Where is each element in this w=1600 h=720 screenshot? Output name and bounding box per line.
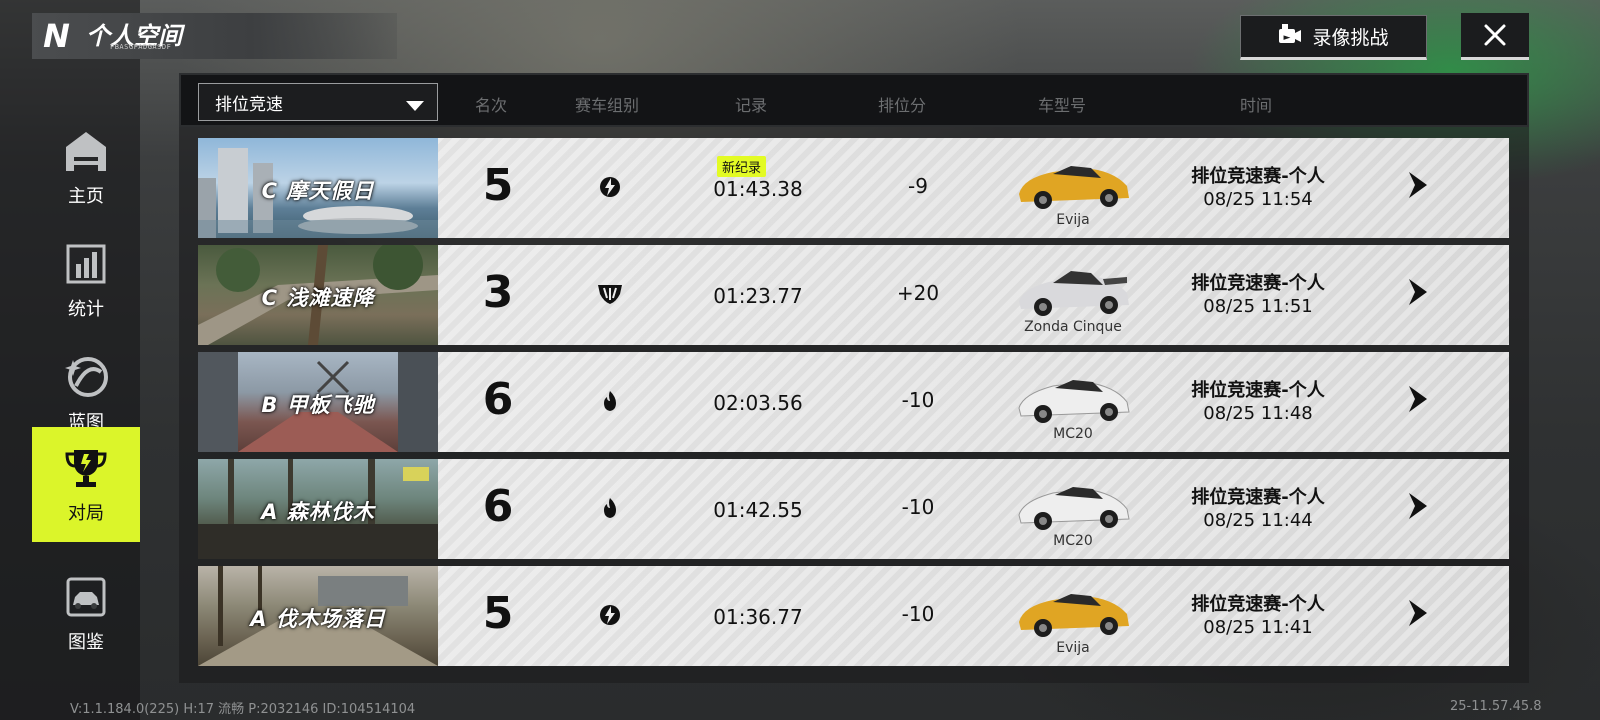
record-time: 01:36.77 [713, 605, 803, 629]
replay-challenge-button[interactable]: ► 录像挑战 [1240, 15, 1427, 60]
track-thumbnail: B 甲板飞驰 [198, 352, 438, 452]
track-thumbnail: C 摩天假日 [198, 138, 438, 238]
match-row[interactable]: B 甲板飞驰 6 02:03.56 -10 MC20 排位竞速赛-个人 08/2… [198, 352, 1509, 452]
rank-value: 5 [482, 160, 514, 211]
rank-value: 5 [482, 588, 514, 639]
column-header-group: 赛车组别 [574, 96, 639, 115]
nav-item-matches[interactable]: 对局 [32, 427, 140, 542]
svg-text:►: ► [1284, 33, 1291, 43]
car-model: MC20 [1053, 426, 1093, 442]
camera-icon: ► [1278, 23, 1302, 50]
flame-icon [590, 389, 630, 417]
rank-score-change: +20 [896, 281, 940, 305]
row-detail-chevron-icon[interactable] [1405, 170, 1431, 204]
match-mode: 排位竞速赛-个人 [1191, 380, 1325, 401]
match-row[interactable]: A 森林伐木 6 01:42.55 -10 MC20 排位竞速赛-个人 08/2… [198, 459, 1509, 559]
match-time: 08/25 11:44 [1203, 510, 1313, 531]
car-image [1018, 380, 1130, 423]
nav-label-matches: 对局 [68, 502, 104, 524]
chevron-down-icon [405, 97, 425, 117]
match-time: 08/25 11:54 [1203, 189, 1313, 210]
track-name: A 森林伐木 [261, 500, 375, 524]
track-name: A 伐木场落日 [250, 607, 386, 631]
column-header-rank: 名次 [474, 96, 507, 115]
car-image [1019, 594, 1129, 637]
match-row[interactable]: C 摩天假日 5 新纪录 01:43.38 -9 Evija 排位竞速赛-个人 … [198, 138, 1509, 238]
car-model: Evija [1056, 640, 1090, 656]
track-name: B 甲板飞驰 [261, 393, 375, 417]
column-header-score: 排位分 [877, 96, 926, 115]
nav-item-stats[interactable]: 统计 [32, 223, 140, 338]
game-logo: N [43, 17, 70, 55]
column-header-car: 车型号 [1037, 96, 1086, 115]
match-mode: 排位竞速赛-个人 [1191, 166, 1325, 187]
car-gallery-icon [63, 574, 109, 620]
record-time: 01:42.55 [713, 498, 803, 522]
column-header-time: 时间 [1239, 96, 1272, 115]
shield-emblem-icon [590, 282, 630, 310]
track-thumbnail: C 浅滩速降 [198, 245, 438, 345]
blueprint-icon [63, 354, 109, 400]
match-row[interactable]: A 伐木场落日 5 01:36.77 -10 Evija 排位竞速赛-个人 08… [198, 566, 1509, 666]
track-thumbnail: A 伐木场落日 [198, 566, 438, 666]
replay-challenge-label: 录像挑战 [1312, 27, 1389, 49]
match-time: 08/25 11:41 [1203, 617, 1313, 638]
mode-filter-dropdown[interactable]: 排位竞速 [198, 83, 438, 121]
rank-score-change: -9 [908, 174, 928, 198]
flame-icon [590, 496, 630, 524]
match-mode: 排位竞速赛-个人 [1191, 594, 1325, 615]
rank-value: 3 [482, 267, 514, 318]
lightning-icon [590, 175, 630, 203]
car-image [1019, 166, 1129, 209]
track-thumbnail: A 森林伐木 [198, 459, 438, 559]
track-name: C 摩天假日 [261, 179, 375, 203]
car-image [1019, 271, 1129, 316]
car-image [1018, 487, 1130, 530]
match-mode: 排位竞速赛-个人 [1191, 273, 1325, 294]
car-model: Zonda Cinque [1024, 319, 1122, 335]
build-info: 25-11.57.45.8 [1450, 699, 1542, 714]
match-time: 08/25 11:51 [1203, 296, 1313, 317]
row-detail-chevron-icon[interactable] [1405, 491, 1431, 525]
nav-label-stats: 统计 [68, 298, 104, 320]
page-subtitle: FBASGFADGASDF [110, 43, 172, 51]
nav-item-gallery[interactable]: 图鉴 [32, 556, 140, 671]
record-time: 01:43.38 [713, 177, 803, 201]
car-model: MC20 [1053, 533, 1093, 549]
column-header-record: 记录 [734, 96, 767, 115]
match-time: 08/25 11:48 [1203, 403, 1313, 424]
row-detail-chevron-icon[interactable] [1405, 384, 1431, 418]
record-time: 01:23.77 [713, 284, 803, 308]
match-mode: 排位竞速赛-个人 [1191, 487, 1325, 508]
rank-score-change: -10 [901, 388, 935, 412]
track-name: C 浅滩速降 [261, 286, 375, 310]
row-detail-chevron-icon[interactable] [1405, 277, 1431, 311]
rank-score-change: -10 [901, 602, 935, 626]
match-history-panel: 排位竞速 名次 赛车组别 记录 排位分 车型号 时间 C 摩天假日 5 新纪录 … [179, 73, 1529, 683]
garage-home-icon [63, 128, 109, 174]
match-row[interactable]: C 浅滩速降 3 01:23.77 +20 Zonda Cinque 排位竞速赛… [198, 245, 1509, 345]
nav-label-home: 主页 [68, 185, 104, 207]
rank-value: 6 [482, 374, 514, 425]
nav-label-gallery: 图鉴 [68, 631, 104, 653]
record-time: 02:03.56 [713, 391, 803, 415]
rank-score-change: -10 [901, 495, 935, 519]
stats-chart-icon [63, 241, 109, 287]
lightning-icon [590, 603, 630, 631]
table-header: 排位竞速 名次 赛车组别 记录 排位分 车型号 时间 [179, 73, 1529, 127]
mode-filter-value: 排位竞速 [215, 94, 283, 115]
new-record-badge: 新纪录 [717, 156, 767, 177]
car-model: Evija [1056, 212, 1090, 228]
trophy-icon [63, 445, 109, 491]
page-title-bar: N 个人空间 FBASGFADGASDF [32, 13, 397, 59]
close-icon [1484, 24, 1506, 46]
rank-value: 6 [482, 481, 514, 532]
close-button[interactable] [1461, 13, 1529, 60]
row-detail-chevron-icon[interactable] [1405, 598, 1431, 632]
nav-item-home[interactable]: 主页 [32, 110, 140, 225]
version-info: V:1.1.184.0(225) H:17 流畅 P:2032146 ID:10… [70, 702, 416, 717]
